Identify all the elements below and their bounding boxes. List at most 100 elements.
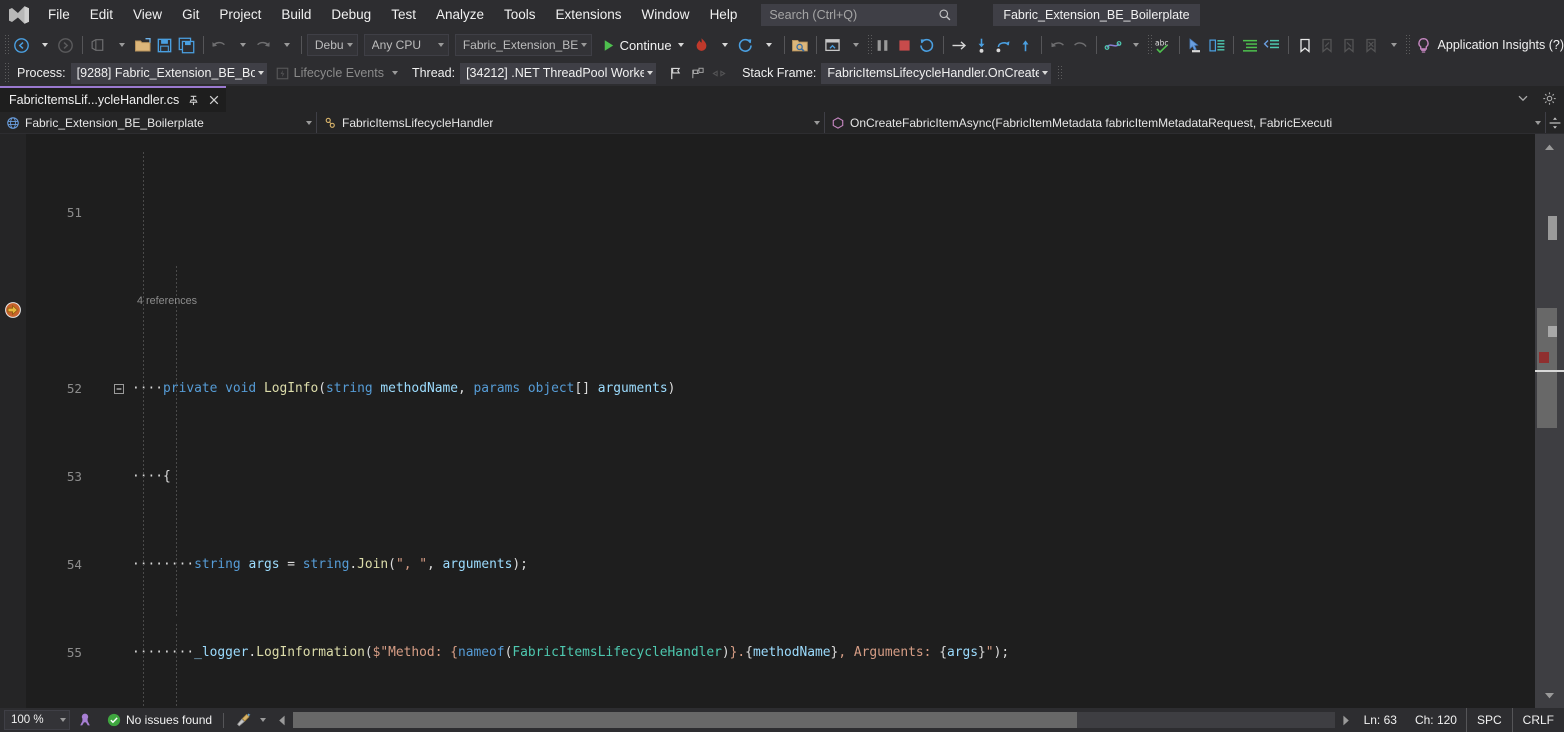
- code-cleanup-broom-icon[interactable]: [228, 712, 273, 728]
- bookmark-next-icon[interactable]: [1338, 33, 1360, 57]
- close-icon[interactable]: [207, 93, 221, 107]
- code-text-area[interactable]: 51 4 references 52 ····private void LogI…: [26, 134, 1535, 708]
- break-all-icon[interactable]: [872, 33, 894, 57]
- solution-explorer-search-icon[interactable]: [789, 33, 811, 57]
- hot-reload-icon[interactable]: [691, 33, 713, 57]
- intellicode-dropdown[interactable]: [1124, 33, 1146, 57]
- horizontal-scrollbar[interactable]: [293, 712, 1335, 728]
- stop-debugging-icon[interactable]: [894, 33, 916, 57]
- navbar-type-dropdown[interactable]: FabricItemsLifecycleHandler: [317, 112, 825, 133]
- solution-configuration-dropdown[interactable]: Debug: [307, 34, 358, 56]
- toolbar-grip[interactable]: [4, 35, 9, 55]
- spellcheck-abc-icon[interactable]: abc: [1152, 33, 1174, 57]
- navigate-forward-icon[interactable]: [55, 33, 77, 57]
- save-icon[interactable]: [154, 33, 176, 57]
- collapse-region-icon[interactable]: [111, 380, 127, 398]
- tab-fabricitemslifecyclehandler[interactable]: FabricItemsLif...ycleHandler.cs: [0, 86, 226, 112]
- menu-edit[interactable]: Edit: [80, 0, 123, 30]
- restart-debugging-icon[interactable]: [916, 33, 938, 57]
- thread-dropdown[interactable]: [34212] .NET ThreadPool Worker: [460, 63, 656, 84]
- show-next-statement-icon[interactable]: [948, 33, 970, 57]
- undo-dropdown[interactable]: [230, 33, 252, 57]
- scroll-up-arrow[interactable]: [1544, 138, 1555, 156]
- redo-icon[interactable]: [252, 33, 274, 57]
- undo-arrow-icon[interactable]: [1047, 33, 1069, 57]
- open-file-icon[interactable]: [132, 33, 154, 57]
- undo-icon[interactable]: [208, 33, 230, 57]
- outdent-icon[interactable]: [1261, 33, 1283, 57]
- save-all-icon[interactable]: [176, 33, 198, 57]
- compare-files-icon[interactable]: [1206, 33, 1228, 57]
- zoom-level-dropdown[interactable]: 100 %: [4, 710, 70, 730]
- hscroll-right-arrow[interactable]: [1337, 715, 1355, 726]
- toolbar-overflow[interactable]: [867, 35, 872, 55]
- search-input[interactable]: Search (Ctrl+Q): [761, 4, 957, 26]
- bookmark-clear-icon[interactable]: [1360, 33, 1382, 57]
- debugbar-overflow[interactable]: [1057, 66, 1064, 80]
- startup-project-dropdown[interactable]: Fabric_Extension_BE_Boilerplate: [455, 34, 592, 56]
- step-out-icon[interactable]: [1014, 33, 1036, 57]
- menu-project[interactable]: Project: [209, 0, 271, 30]
- new-project-dropdown[interactable]: [110, 33, 132, 57]
- window-layout-dropdown[interactable]: [844, 33, 866, 57]
- line-ending-label[interactable]: CRLF: [1512, 708, 1564, 732]
- select-pointer-icon[interactable]: [1184, 33, 1206, 57]
- menu-file[interactable]: File: [38, 0, 80, 30]
- application-insights-label[interactable]: Application Insights (?): [1435, 38, 1564, 52]
- menu-analyze[interactable]: Analyze: [426, 0, 494, 30]
- codelens-references[interactable]: 4 references: [132, 295, 197, 307]
- restart-icon[interactable]: [735, 33, 757, 57]
- flag-icon[interactable]: [664, 61, 686, 85]
- bookmark-dropdown[interactable]: [1382, 33, 1404, 57]
- menu-debug[interactable]: Debug: [321, 0, 381, 30]
- bookmark-previous-icon[interactable]: [1316, 33, 1338, 57]
- chevron-down-icon[interactable]: [1516, 91, 1532, 107]
- lifecycle-events-dropdown[interactable]: Lifecycle Events: [275, 66, 398, 81]
- settings-gear-icon[interactable]: [1542, 91, 1558, 107]
- menu-test[interactable]: Test: [381, 0, 426, 30]
- step-over-icon[interactable]: [992, 33, 1014, 57]
- window-layout-icon[interactable]: [822, 33, 844, 57]
- menu-build[interactable]: Build: [271, 0, 321, 30]
- vertical-scrollbar[interactable]: [1535, 134, 1564, 708]
- breakpoint-margin[interactable]: [0, 134, 26, 708]
- redo-arrow-icon[interactable]: [1069, 33, 1091, 57]
- lightbulb-icon[interactable]: [1413, 33, 1435, 57]
- pin-icon[interactable]: [186, 93, 200, 107]
- toolbar-overflow-2[interactable]: [1147, 35, 1152, 55]
- debugbar-grip[interactable]: [4, 63, 11, 83]
- continue-button[interactable]: Continue: [592, 38, 687, 53]
- horizontal-scrollbar-thumb[interactable]: [293, 712, 1077, 728]
- bookmark-icon[interactable]: [1294, 33, 1316, 57]
- restart-dropdown[interactable]: [757, 33, 779, 57]
- menu-git[interactable]: Git: [172, 0, 209, 30]
- intellicode-icon[interactable]: [1102, 33, 1124, 57]
- navbar-member-dropdown[interactable]: OnCreateFabricItemAsync(FabricItemMetada…: [825, 112, 1546, 133]
- new-project-icon[interactable]: [88, 33, 110, 57]
- menu-view[interactable]: View: [123, 0, 172, 30]
- hot-reload-dropdown[interactable]: [713, 33, 735, 57]
- toolbar-overflow-3[interactable]: [1405, 35, 1410, 55]
- hscroll-left-arrow[interactable]: [273, 715, 291, 726]
- issues-status[interactable]: No issues found: [100, 713, 219, 727]
- menu-help[interactable]: Help: [700, 0, 748, 30]
- navigate-back-dropdown[interactable]: [33, 33, 55, 57]
- navbar-project-dropdown[interactable]: Fabric_Extension_BE_Boilerplate: [0, 112, 317, 133]
- step-into-icon[interactable]: [970, 33, 992, 57]
- menu-tools[interactable]: Tools: [494, 0, 546, 30]
- accessibility-icon[interactable]: [70, 712, 100, 728]
- main-menu[interactable]: File Edit View Git Project Build Debug T…: [38, 0, 747, 30]
- unflag-icon[interactable]: [708, 61, 730, 85]
- menu-window[interactable]: Window: [632, 0, 700, 30]
- navigate-back-icon[interactable]: [11, 33, 33, 57]
- indentation-mode-label[interactable]: SPC: [1466, 708, 1512, 732]
- process-dropdown[interactable]: [9288] Fabric_Extension_BE_Boilerp: [71, 63, 267, 84]
- scroll-down-arrow[interactable]: [1544, 686, 1555, 704]
- menu-extensions[interactable]: Extensions: [546, 0, 632, 30]
- redo-dropdown[interactable]: [274, 33, 296, 57]
- stack-frame-dropdown[interactable]: FabricItemsLifecycleHandler.OnCreateFab: [821, 63, 1051, 84]
- flag-threads-icon[interactable]: [686, 61, 708, 85]
- indent-icon[interactable]: [1239, 33, 1261, 57]
- solution-platform-dropdown[interactable]: Any CPU: [364, 34, 449, 56]
- split-view-icon[interactable]: [1546, 112, 1564, 133]
